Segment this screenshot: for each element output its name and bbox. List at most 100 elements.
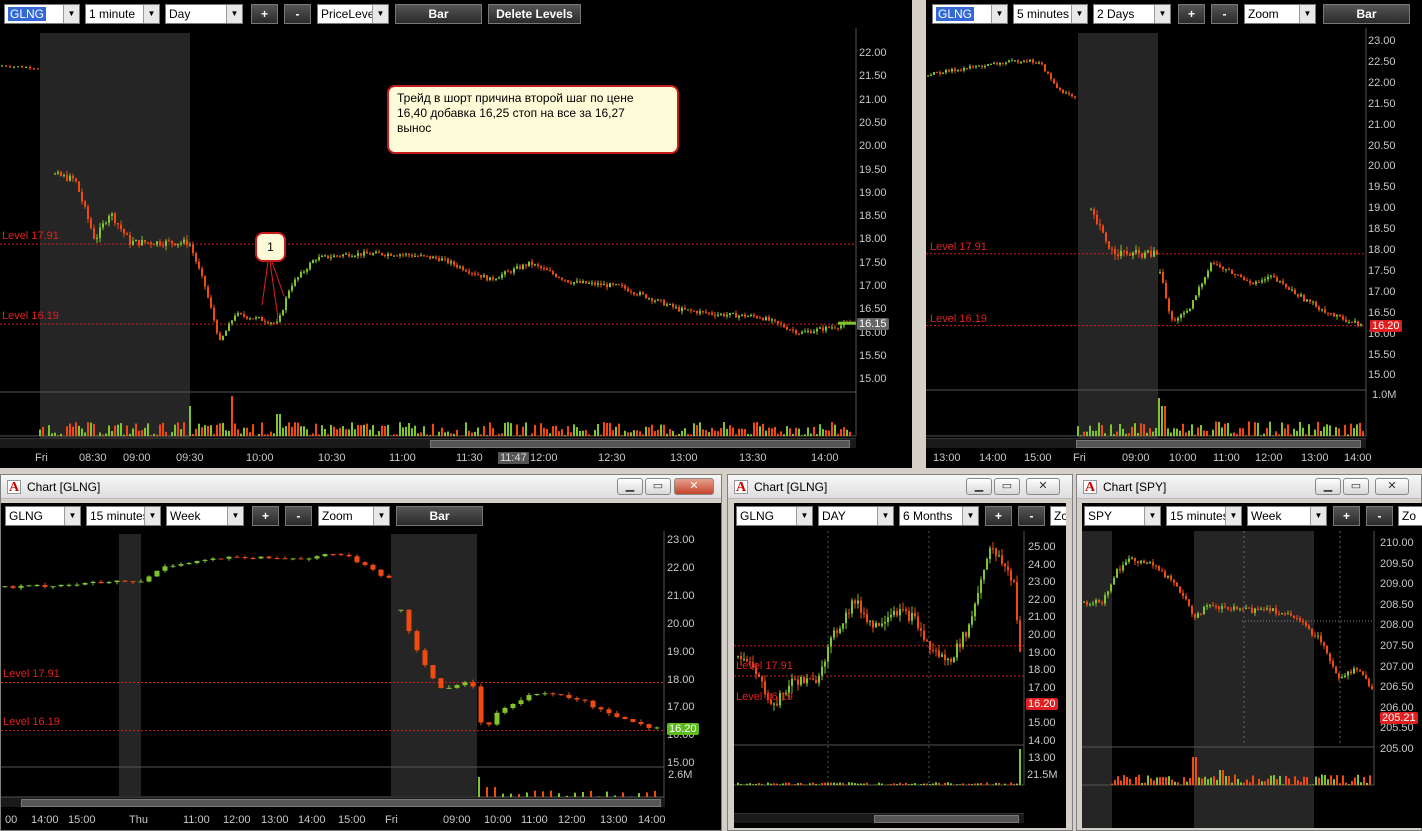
volume-bar: [837, 433, 839, 436]
trade-callout[interactable]: 1: [255, 232, 286, 262]
volume-bar: [318, 434, 320, 436]
volume-bar: [633, 430, 635, 436]
price-bar: [222, 335, 224, 341]
volume-bar: [756, 422, 758, 436]
window-titlebar[interactable]: A Chart [GLNG] ▁ ▭ ✕: [1, 475, 721, 499]
volume-bar: [1167, 428, 1169, 436]
volume-bar: [516, 424, 518, 436]
price-bar: [828, 326, 830, 328]
horizontal-scrollbar[interactable]: [734, 813, 1024, 823]
time-tick-label: 14:00: [298, 814, 326, 826]
scrollbar-thumb[interactable]: [874, 815, 1019, 823]
volume-bar: [447, 431, 449, 436]
price-chart[interactable]: [1, 503, 721, 830]
volume-bar: [1342, 775, 1344, 785]
horizontal-scrollbar[interactable]: [926, 438, 1366, 448]
price-bar: [1188, 599, 1190, 606]
price-chart[interactable]: [1082, 503, 1422, 828]
price-bar: [342, 254, 344, 257]
cursor-time-badge: 11:47: [498, 452, 529, 464]
volume-bar: [606, 422, 608, 436]
volume-bar: [1273, 775, 1275, 785]
price-bar: [1168, 298, 1170, 312]
volume-bar: [222, 422, 224, 436]
price-bar: [135, 240, 137, 242]
price-tick-label: 22.00: [1368, 76, 1396, 89]
scrollbar-thumb[interactable]: [1076, 440, 1361, 448]
volume-bar: [1174, 781, 1176, 785]
price-tick-label: 19.00: [667, 645, 695, 658]
volume-bar: [405, 426, 407, 436]
price-bar: [132, 241, 134, 245]
price-bar: [923, 630, 925, 640]
price-bar: [639, 292, 641, 295]
maximize-button[interactable]: ▭: [994, 478, 1020, 495]
volume-bar: [1305, 434, 1307, 436]
volume-bar: [801, 435, 803, 436]
minimize-button[interactable]: ▁: [1315, 478, 1341, 495]
volume-bar: [705, 430, 707, 436]
volume-bar: [1348, 784, 1350, 785]
price-bar: [1086, 601, 1088, 605]
volume-bar: [1278, 434, 1280, 436]
price-bar: [453, 261, 455, 265]
time-tick-label: 09:00: [1122, 452, 1150, 464]
minimize-button[interactable]: ▁: [617, 478, 643, 495]
price-bar: [1122, 565, 1124, 571]
price-bar: [789, 329, 791, 331]
volume-bar: [678, 433, 680, 436]
volume-bar: [794, 784, 796, 785]
horizontal-scrollbar[interactable]: [0, 438, 856, 448]
horizontal-scrollbar[interactable]: [1, 797, 665, 807]
price-bar: [252, 318, 254, 320]
close-button[interactable]: ✕: [674, 478, 714, 495]
price-chart[interactable]: [926, 0, 1422, 468]
price-bar: [534, 694, 540, 696]
volume-bar: [1207, 779, 1209, 785]
scrollbar-thumb[interactable]: [21, 799, 661, 807]
volume-bar: [1332, 435, 1334, 436]
last-price-badge: 205.21: [1380, 712, 1418, 724]
volume-bar: [543, 427, 545, 436]
volume-bar: [624, 430, 626, 436]
scrollbar-thumb[interactable]: [430, 440, 850, 448]
trade-note[interactable]: Трейд в шорт причина второй шаг по цене …: [387, 85, 679, 154]
price-bar: [141, 240, 143, 246]
close-button[interactable]: ✕: [1026, 478, 1060, 495]
price-tick-label: 208.00: [1380, 619, 1414, 632]
price-bar: [1143, 560, 1145, 564]
price-bar: [702, 311, 704, 313]
price-tick-label: 205.00: [1380, 743, 1414, 755]
volume-bar: [456, 429, 458, 436]
volume-bar: [1333, 779, 1335, 785]
price-bar: [1218, 606, 1220, 609]
volume-bar: [1135, 776, 1137, 785]
time-tick-label: 12:00: [223, 814, 251, 826]
volume-bar: [165, 431, 167, 436]
price-bar: [825, 326, 827, 331]
volume-bar: [774, 426, 776, 436]
price-bar: [1038, 62, 1040, 64]
price-bar: [1279, 280, 1281, 282]
price-bar: [1278, 613, 1280, 615]
price-bar: [932, 650, 934, 652]
maximize-button[interactable]: ▭: [645, 478, 671, 495]
volume-bar: [72, 426, 74, 436]
price-bar: [795, 330, 797, 334]
volume-bar: [780, 431, 782, 436]
price-chart[interactable]: [0, 0, 912, 468]
maximize-button[interactable]: ▭: [1343, 478, 1369, 495]
minimize-button[interactable]: ▁: [966, 478, 992, 495]
volume-bar: [1363, 776, 1365, 785]
window-titlebar[interactable]: A Chart [GLNG] ▁ ▭ ✕: [728, 475, 1072, 499]
window-titlebar[interactable]: A Chart [SPY] ▁ ▭ ✕: [1077, 475, 1421, 499]
volume-bar: [711, 427, 713, 436]
price-bar: [933, 72, 935, 75]
price-tick-label: 19.00: [1028, 646, 1056, 659]
volume-bar: [1272, 435, 1274, 436]
close-button[interactable]: ✕: [1375, 478, 1409, 495]
price-bar: [1321, 309, 1323, 311]
volume-bar: [540, 423, 542, 436]
price-bar: [735, 312, 737, 318]
price-bar: [1227, 607, 1229, 609]
